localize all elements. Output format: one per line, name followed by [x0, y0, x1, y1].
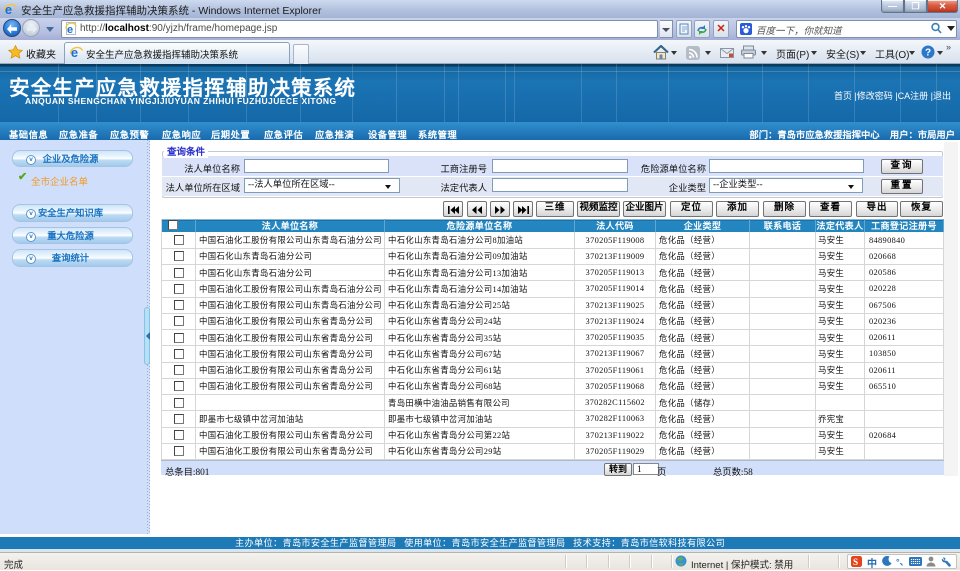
svg-text:e: e — [67, 24, 73, 36]
svg-text:S: S — [853, 556, 858, 566]
svg-text:?: ? — [925, 48, 931, 59]
